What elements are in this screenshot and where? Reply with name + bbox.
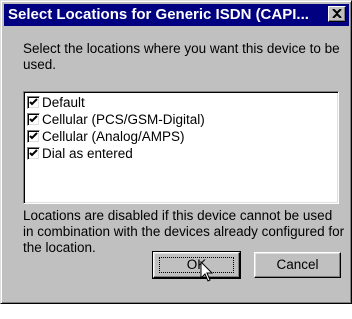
checkmark-icon — [29, 132, 38, 140]
location-label: Default — [42, 95, 85, 110]
checkmark-icon — [29, 149, 38, 157]
cancel-button-label: Cancel — [276, 257, 319, 272]
checkmark-icon — [29, 98, 38, 106]
checkbox-dial-as-entered[interactable] — [27, 147, 40, 160]
location-item-cellular-digital[interactable]: Cellular (PCS/GSM-Digital) — [27, 111, 327, 127]
location-label: Cellular (Analog/AMPS) — [42, 129, 185, 144]
cancel-button[interactable]: Cancel — [254, 252, 341, 278]
close-button[interactable] — [328, 6, 346, 22]
checkmark-icon — [29, 115, 38, 123]
mouse-pointer-icon — [200, 261, 214, 282]
location-label: Dial as entered — [42, 146, 133, 161]
locations-listbox[interactable]: Default Cellular (PCS/GSM-Digital) Cellu… — [23, 91, 339, 204]
checkbox-default[interactable] — [27, 96, 40, 109]
location-item-default[interactable]: Default — [27, 94, 327, 110]
ok-button[interactable]: OK — [152, 251, 241, 279]
location-label: Cellular (PCS/GSM-Digital) — [42, 112, 205, 127]
instruction-text: Select the locations where you want this… — [23, 41, 340, 72]
location-item-cellular-analog[interactable]: Cellular (Analog/AMPS) — [27, 128, 327, 144]
location-item-dial-as-entered[interactable]: Dial as entered — [27, 145, 327, 161]
focus-rectangle — [159, 257, 234, 273]
select-locations-dialog: Select Locations for Generic ISDN (CAPI.… — [0, 0, 352, 304]
checkbox-cellular-digital[interactable] — [27, 113, 40, 126]
title-bar[interactable]: Select Locations for Generic ISDN (CAPI.… — [4, 4, 349, 26]
note-text: Locations are disabled if this device ca… — [23, 208, 345, 255]
close-icon — [332, 9, 342, 18]
window-title: Select Locations for Generic ISDN (CAPI.… — [8, 7, 309, 23]
checkbox-cellular-analog[interactable] — [27, 130, 40, 143]
